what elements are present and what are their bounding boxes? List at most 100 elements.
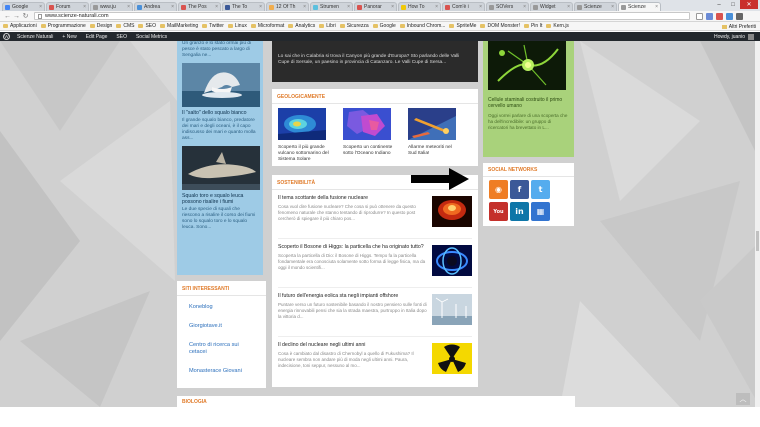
bookmark-item[interactable]: Linux [227, 23, 247, 29]
close-tab-icon[interactable]: × [259, 4, 262, 10]
close-tab-icon[interactable]: × [479, 4, 482, 10]
siti-link[interactable]: Koneblog [177, 304, 266, 311]
rss-icon[interactable]: ◉ [489, 180, 508, 199]
article-title[interactable]: Squalo toro e squalo leuca possono risal… [182, 193, 258, 205]
wordpress-icon[interactable]: W [3, 33, 10, 40]
extension-icon[interactable] [706, 12, 713, 20]
facebook-icon[interactable]: f [510, 180, 529, 199]
browser-tab[interactable]: Scienze × [618, 2, 661, 11]
delicious-icon[interactable]: ▦ [531, 202, 550, 221]
browser-tab[interactable]: Widget × [530, 2, 573, 11]
article-item[interactable]: Il tema scottante della fusione nucleare… [278, 190, 472, 239]
address-input[interactable]: www.scienze-naturali.com [34, 12, 690, 20]
article-title[interactable]: Il futuro dell'energia eolica sta negli … [278, 293, 428, 300]
geo-item[interactable]: Scoperto un continente sotto l'Oceano In… [343, 108, 396, 163]
reload-icon[interactable]: ↻ [21, 12, 30, 21]
article-title[interactable]: Il "salto" dello squalo bianco [182, 110, 258, 116]
forward-icon[interactable]: → [12, 12, 21, 21]
bookmark-item[interactable]: Pin It [523, 23, 542, 29]
admin-bar-item[interactable]: + New [62, 34, 76, 40]
browser-tab[interactable]: 12 Of Th × [266, 2, 309, 11]
favicon-icon [445, 4, 450, 10]
bookmark-item[interactable]: Twitter [202, 23, 224, 29]
close-window-icon[interactable]: ✕ [740, 0, 758, 9]
twitter-icon[interactable]: t [531, 180, 550, 199]
bookmark-item[interactable]: Analytics [288, 23, 315, 29]
article-title[interactable]: Cellule staminali costruito il primo cer… [488, 97, 569, 109]
scroll-to-top-icon[interactable]: ︿ [736, 393, 750, 405]
menu-icon[interactable] [736, 12, 743, 20]
other-bookmarks[interactable]: Altri Preferiti [721, 22, 756, 30]
browser-tab[interactable]: Google × [2, 2, 45, 11]
siti-link[interactable]: Monasterace Giovani [177, 368, 266, 375]
bookmark-item[interactable]: Design [89, 23, 112, 29]
article-item[interactable]: Il declino del nucleare negli ultimi ann… [278, 337, 472, 386]
browser-tab[interactable]: Andrea × [134, 2, 177, 11]
browser-tab[interactable]: Strumen × [310, 2, 353, 11]
browser-tab[interactable]: How To × [398, 2, 441, 11]
bookmark-item[interactable]: Programmazione [40, 23, 86, 29]
article-title[interactable]: Il tema scottante della fusione nucleare [278, 195, 428, 202]
vertical-scrollbar[interactable] [755, 41, 760, 407]
article-title[interactable]: Il declino del nucleare negli ultimi ann… [278, 342, 428, 349]
star-icon[interactable] [696, 12, 703, 20]
browser-tab[interactable]: SOVers × [486, 2, 529, 11]
bookmark-item[interactable]: Google [372, 23, 396, 29]
bookmark-item[interactable]: Microformat [250, 23, 284, 29]
admin-bar-item[interactable]: SEO [116, 34, 127, 40]
bookmark-item[interactable]: SpriteMe [449, 23, 476, 29]
bookmark-item[interactable]: MailMarketing [160, 23, 198, 29]
close-tab-icon[interactable]: × [39, 4, 42, 10]
browser-tab[interactable]: The To × [222, 2, 265, 11]
minimize-icon[interactable]: – [712, 0, 726, 9]
close-tab-icon[interactable]: × [391, 4, 394, 10]
bookmark-item[interactable]: Applicazioni [3, 23, 37, 29]
close-tab-icon[interactable]: × [83, 4, 86, 10]
browser-tab[interactable]: Panorar × [354, 2, 397, 11]
back-icon[interactable]: ← [3, 12, 12, 21]
browser-tab[interactable]: www.ju × [90, 2, 133, 11]
close-tab-icon[interactable]: × [215, 4, 218, 10]
extension-icon[interactable] [726, 12, 733, 20]
neuron-image[interactable] [488, 41, 566, 90]
close-tab-icon[interactable]: × [435, 4, 438, 10]
bookmark-item[interactable]: DOM Monster! [480, 23, 520, 29]
close-tab-icon[interactable]: × [303, 4, 306, 10]
maximize-icon[interactable]: □ [726, 0, 740, 9]
admin-bar-item[interactable]: Edit Page [86, 34, 108, 40]
bookmark-item[interactable]: Sicurezza [339, 23, 369, 29]
article-title[interactable]: Scoperto il Bosone di Higgs: la particel… [278, 244, 428, 251]
close-tab-icon[interactable]: × [171, 4, 174, 10]
scrollbar-thumb[interactable] [756, 231, 759, 251]
bookmark-item[interactable]: Libri [319, 23, 336, 29]
geo-item[interactable]: Allarme meteoriti nel Sud Italia! [408, 108, 461, 163]
bookmark-item[interactable]: Inbound Chrom... [399, 23, 445, 29]
extension-icon[interactable] [716, 12, 723, 20]
youtube-icon[interactable]: You [489, 202, 508, 221]
siti-link[interactable]: Centro di ricerca sui cetacei [177, 342, 266, 356]
linkedin-icon[interactable]: in [510, 202, 529, 221]
browser-tab[interactable]: Com'è i × [442, 2, 485, 11]
close-tab-icon[interactable]: × [567, 4, 570, 10]
tab-label: Strumen [320, 4, 339, 10]
siti-link[interactable]: Giorgiotave.it [177, 323, 266, 330]
article-item[interactable]: Scoperto il Bosone di Higgs: la particel… [278, 239, 472, 288]
browser-tab[interactable]: The Pos × [178, 2, 221, 11]
admin-bar-item[interactable]: Scienze Naturali [17, 34, 53, 40]
article-item[interactable]: Il futuro dell'energia eolica sta negli … [278, 288, 472, 337]
bull-shark-image[interactable] [182, 146, 260, 190]
close-tab-icon[interactable]: × [127, 4, 130, 10]
geo-item[interactable]: Scoperto il più grande vulcano sottomari… [278, 108, 331, 163]
shark-jump-image[interactable] [182, 63, 260, 107]
close-tab-icon[interactable]: × [611, 4, 614, 10]
bookmark-item[interactable]: Kern.js [546, 23, 569, 29]
close-tab-icon[interactable]: × [655, 4, 658, 10]
browser-tab[interactable]: Forum × [46, 2, 89, 11]
browser-tab[interactable]: Scienze × [574, 2, 617, 11]
close-tab-icon[interactable]: × [523, 4, 526, 10]
bookmark-item[interactable]: CMS [116, 23, 134, 29]
bookmark-item[interactable]: SEO [138, 23, 156, 29]
close-tab-icon[interactable]: × [347, 4, 350, 10]
admin-bar-item[interactable]: Social Metrics [136, 34, 167, 40]
howdy-user[interactable]: Howdy, juanio [714, 32, 754, 41]
